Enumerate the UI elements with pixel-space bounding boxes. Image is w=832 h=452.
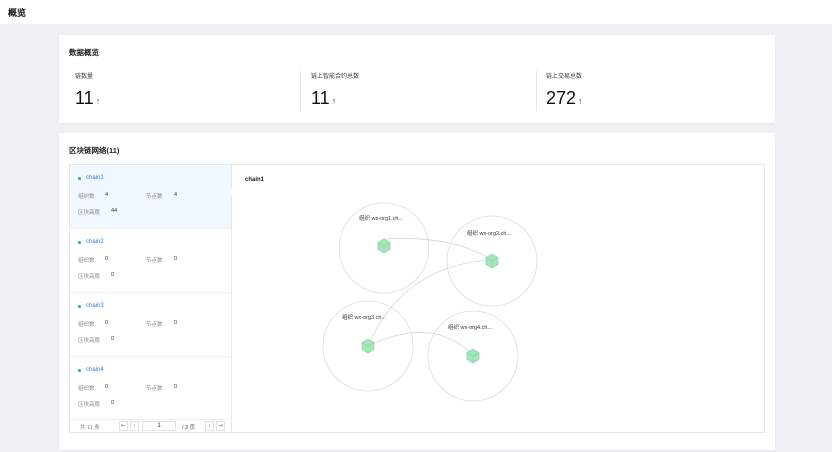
height-value: 0 — [111, 336, 115, 342]
height-label: 区块高度 — [78, 274, 101, 280]
org-label: 组织 wx-org3.ch... — [342, 313, 386, 321]
status-dot-icon — [78, 240, 81, 244]
orgs-value: 0 — [105, 256, 109, 262]
orgs-value: 0 — [105, 384, 109, 390]
chain-name: chain3 — [86, 303, 104, 309]
height-value: 44 — [111, 208, 118, 214]
orgs-label: 组织数 — [78, 386, 95, 392]
page-title: 概览 — [8, 8, 27, 18]
prev-page-icon[interactable]: ‹ — [130, 421, 139, 431]
chain-item[interactable]: chain1 组织数 4 节点数 4 区块高度 44 — [70, 165, 231, 229]
link-line — [367, 332, 474, 356]
pagination: 共 11 条 ⇤ ‹ 1 / 3 页 › ⇥ — [70, 419, 231, 432]
network-panel: chain1 组织数 4 节点数 4 区块高度 44 chain2 组织数 0 … — [69, 164, 765, 433]
status-dot-icon — [78, 304, 81, 308]
orgs-label: 组织数 — [78, 258, 95, 264]
nodes-value: 0 — [174, 256, 178, 262]
overview-card: 数据概览 链数量 11 ↑ 链上智能合约总数 11 ↑ 链上交易总数 272 ↑ — [59, 35, 775, 123]
org-label: 组织 wx-org4.ch... — [448, 323, 492, 331]
arrow-up-icon: ↑ — [331, 96, 337, 106]
stat-value: 11 — [311, 88, 330, 108]
cube-icon[interactable] — [377, 238, 391, 254]
height-label: 区块高度 — [78, 210, 101, 216]
first-page-icon[interactable]: ⇤ — [119, 421, 128, 431]
network-title: 区块链网络(11) — [69, 146, 120, 155]
height-value: 0 — [111, 272, 115, 278]
network-card: 区块链网络(11) chain1 组织数 4 节点数 4 区块高度 44 cha… — [59, 133, 775, 450]
cube-icon[interactable] — [485, 253, 499, 269]
status-dot-icon — [78, 176, 81, 180]
chain-list: chain1 组织数 4 节点数 4 区块高度 44 chain2 组织数 0 … — [70, 165, 232, 432]
page-number-input[interactable]: 1 — [142, 421, 176, 431]
chain-name: chain1 — [86, 175, 104, 181]
top-bar: 概览 — [0, 0, 832, 24]
nodes-label: 节点数 — [146, 194, 163, 200]
chain-name: chain4 — [86, 367, 104, 373]
last-page-icon[interactable]: ⇥ — [216, 421, 225, 431]
nodes-value: 0 — [174, 384, 178, 390]
stat-contract-count: 链上智能合约总数 11 ↑ — [311, 71, 359, 109]
chain-item[interactable]: chain3 组织数 0 节点数 0 区块高度 0 — [70, 293, 231, 357]
next-page-icon[interactable]: › — [205, 421, 214, 431]
nodes-label: 节点数 — [146, 322, 163, 328]
nodes-label: 节点数 — [146, 258, 163, 264]
stat-chain-count: 链数量 11 ↑ — [75, 71, 100, 109]
pagination-total: 共 11 条 — [80, 425, 100, 431]
arrow-up-icon: ↑ — [95, 96, 101, 106]
chain-item[interactable]: chain2 组织数 0 节点数 0 区块高度 0 — [70, 229, 231, 293]
graph-canvas: 组织 wx-org1.ch... 组织 wx-org2.ch... 组织 wx-… — [322, 202, 538, 402]
stat-value: 272 — [546, 88, 577, 108]
chain-item[interactable]: chain4 组织数 0 节点数 0 区块高度 0 — [70, 357, 231, 421]
nodes-value: 4 — [174, 192, 178, 198]
org-label: 组织 wx-org2.ch... — [467, 229, 511, 237]
divider — [536, 71, 537, 111]
status-dot-icon — [78, 368, 81, 372]
arrow-up-icon: ↑ — [578, 96, 583, 106]
stat-value: 11 — [75, 88, 94, 108]
height-value: 0 — [111, 400, 115, 406]
orgs-value: 4 — [105, 192, 109, 198]
orgs-label: 组织数 — [78, 194, 95, 200]
chain-name: chain2 — [86, 239, 104, 245]
link-line — [383, 238, 493, 261]
cube-icon[interactable] — [361, 338, 375, 354]
orgs-label: 组织数 — [78, 322, 95, 328]
org-label: 组织 wx-org1.ch... — [359, 214, 403, 222]
nodes-value: 0 — [174, 320, 178, 326]
height-label: 区块高度 — [78, 402, 101, 408]
pagination-pages: / 3 页 — [182, 425, 196, 431]
stat-label: 链上交易总数 — [546, 74, 583, 80]
nodes-label: 节点数 — [146, 386, 163, 392]
orgs-value: 0 — [105, 320, 109, 326]
overview-title: 数据概览 — [69, 48, 99, 57]
network-graph: chain1 组织 wx-org1.ch... 组织 wx-org2.ch...… — [233, 165, 765, 432]
stat-label: 链数量 — [75, 74, 94, 80]
divider — [300, 71, 301, 111]
stat-label: 链上智能合约总数 — [311, 74, 360, 80]
height-label: 区块高度 — [78, 338, 101, 344]
stat-tx-count: 链上交易总数 272 ↑ — [546, 71, 583, 109]
